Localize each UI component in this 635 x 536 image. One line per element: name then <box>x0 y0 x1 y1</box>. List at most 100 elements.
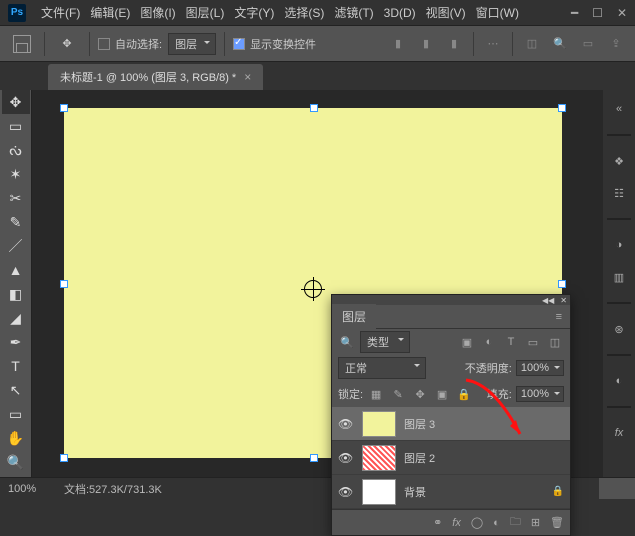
transform-handle[interactable] <box>558 104 566 112</box>
path-tool[interactable]: ↖ <box>2 378 30 402</box>
menu-image[interactable]: 图像(I) <box>135 4 180 21</box>
menu-view[interactable]: 视图(V) <box>421 4 471 21</box>
menu-file[interactable]: 文件(F) <box>36 4 85 21</box>
3d-mode-icon[interactable]: ◫ <box>521 33 543 55</box>
filter-icon[interactable]: 🔍 <box>338 333 356 351</box>
share-icon[interactable]: ⇪ <box>605 33 627 55</box>
layers-tab[interactable]: 图层 <box>332 304 376 329</box>
panel-menu-icon[interactable]: ≡ <box>548 311 570 323</box>
close-tab-icon[interactable]: × <box>244 70 251 84</box>
layer-name[interactable]: 图层 3 <box>404 416 435 432</box>
menu-edit[interactable]: 编辑(E) <box>85 4 135 21</box>
filter-type-dropdown[interactable]: 类型 <box>360 331 410 353</box>
filter-smart-icon[interactable]: ◫ <box>546 333 564 351</box>
window-minimize-icon[interactable]: ━ <box>571 6 578 20</box>
link-layers-icon[interactable]: ⚭ <box>433 516 442 529</box>
auto-select-checkbox[interactable]: 自动选择: <box>98 36 162 52</box>
layer-thumbnail[interactable] <box>362 445 396 471</box>
lock-position-icon[interactable]: ✥ <box>411 385 429 403</box>
lock-icon[interactable]: 🔒 <box>552 486 564 497</box>
close-panel-icon[interactable]: ✕ <box>560 296 567 305</box>
blend-mode-dropdown[interactable]: 正常 <box>338 357 426 379</box>
layer-style-icon[interactable]: fx <box>452 517 461 529</box>
layer-name[interactable]: 图层 2 <box>404 450 435 466</box>
menu-type[interactable]: 文字(Y) <box>229 4 279 21</box>
menu-layer[interactable]: 图层(L) <box>181 4 230 21</box>
search-icon[interactable]: 🔍 <box>549 33 571 55</box>
lock-artboard-icon[interactable]: ▣ <box>433 385 451 403</box>
pen-tool[interactable]: ✒ <box>2 330 30 354</box>
menu-filter[interactable]: 滤镜(T) <box>329 4 378 21</box>
expand-dock-icon[interactable]: « <box>608 98 630 120</box>
menu-window[interactable]: 窗口(W) <box>471 4 524 21</box>
new-layer-icon[interactable]: ⊞ <box>531 516 540 529</box>
crop-tool[interactable]: ✂ <box>2 186 30 210</box>
transform-handle[interactable] <box>60 280 68 288</box>
shape-tool[interactable]: ▭ <box>2 402 30 426</box>
document-info[interactable]: 文档:527.3K/731.3K <box>64 481 162 497</box>
collapse-panel-icon[interactable]: ◀◀ <box>542 296 554 305</box>
lock-paint-icon[interactable]: ✎ <box>389 385 407 403</box>
marquee-tool[interactable]: ▭ <box>2 114 30 138</box>
fill-input[interactable]: 100% <box>516 386 564 402</box>
adjustments-panel-icon[interactable]: ◐ <box>608 370 630 392</box>
hand-tool[interactable]: ✋ <box>2 426 30 450</box>
transform-handle[interactable] <box>558 280 566 288</box>
history-panel-icon[interactable]: ❖ <box>608 150 630 172</box>
menu-3d[interactable]: 3D(D) <box>379 6 421 20</box>
zoom-tool[interactable]: 🔍 <box>2 450 30 474</box>
opacity-input[interactable]: 100% <box>516 360 564 376</box>
workspace-icon[interactable]: ▭ <box>577 33 599 55</box>
layer-row[interactable]: 👁 背景 🔒 <box>332 475 570 509</box>
eraser-tool[interactable]: ◧ <box>2 282 30 306</box>
quick-select-tool[interactable]: ✶ <box>2 162 30 186</box>
layer-row[interactable]: 👁 图层 3 <box>332 407 570 441</box>
move-tool[interactable]: ✥ <box>2 90 30 114</box>
home-icon[interactable] <box>8 30 36 58</box>
transform-handle[interactable] <box>310 104 318 112</box>
visibility-icon[interactable]: 👁 <box>338 451 354 465</box>
filter-shape-icon[interactable]: ▭ <box>524 333 542 351</box>
type-tool[interactable]: T <box>2 354 30 378</box>
layer-mask-icon[interactable]: ◯ <box>471 516 483 529</box>
zoom-level[interactable]: 100% <box>8 483 64 495</box>
filter-adjust-icon[interactable]: ◐ <box>480 333 498 351</box>
align-center-icon[interactable]: ▮ <box>415 33 437 55</box>
lasso-tool[interactable]: ᔔ <box>2 138 30 162</box>
transform-handle[interactable] <box>60 104 68 112</box>
move-tool-indicator-icon[interactable]: ✥ <box>53 30 81 58</box>
filter-type-icon[interactable]: T <box>502 333 520 351</box>
visibility-icon[interactable]: 👁 <box>338 417 354 431</box>
visibility-icon[interactable]: 👁 <box>338 485 354 499</box>
eyedropper-tool[interactable]: ✎ <box>2 210 30 234</box>
delete-layer-icon[interactable]: 🗑 <box>550 516 564 529</box>
libraries-panel-icon[interactable]: ▥ <box>608 266 630 288</box>
brush-tool[interactable]: ／ <box>2 234 30 258</box>
auto-select-dropdown[interactable]: 图层 <box>168 33 216 55</box>
color-panel-icon[interactable]: ◑ <box>608 234 630 256</box>
transform-center-icon[interactable] <box>304 280 322 298</box>
menu-select[interactable]: 选择(S) <box>279 4 329 21</box>
lock-all-icon[interactable]: 🔒 <box>455 385 473 403</box>
properties-panel-icon[interactable]: ☷ <box>608 182 630 204</box>
gradient-tool[interactable]: ◢ <box>2 306 30 330</box>
stamp-tool[interactable]: ▲ <box>2 258 30 282</box>
transform-handle[interactable] <box>60 454 68 462</box>
show-transform-checkbox[interactable]: 显示变换控件 <box>233 36 316 52</box>
adjustment-layer-icon[interactable]: ◐ <box>493 517 500 529</box>
group-icon[interactable]: 🗀 <box>510 513 521 532</box>
swatches-panel-icon[interactable]: ⊛ <box>608 318 630 340</box>
layer-thumbnail[interactable] <box>362 411 396 437</box>
align-right-icon[interactable]: ▮ <box>443 33 465 55</box>
layer-thumbnail[interactable] <box>362 479 396 505</box>
layer-row[interactable]: 👁 图层 2 <box>332 441 570 475</box>
transform-handle[interactable] <box>310 454 318 462</box>
layer-name[interactable]: 背景 <box>404 484 426 500</box>
distribute-icon[interactable]: ⋯ <box>482 33 504 55</box>
styles-panel-icon[interactable]: fx <box>608 422 630 444</box>
align-left-icon[interactable]: ▮ <box>387 33 409 55</box>
lock-transparent-icon[interactable]: ▦ <box>367 385 385 403</box>
document-tab[interactable]: 未标题-1 @ 100% (图层 3, RGB/8) * × <box>48 64 263 90</box>
window-close-icon[interactable]: ✕ <box>617 6 627 20</box>
filter-pixel-icon[interactable]: ▣ <box>458 333 476 351</box>
